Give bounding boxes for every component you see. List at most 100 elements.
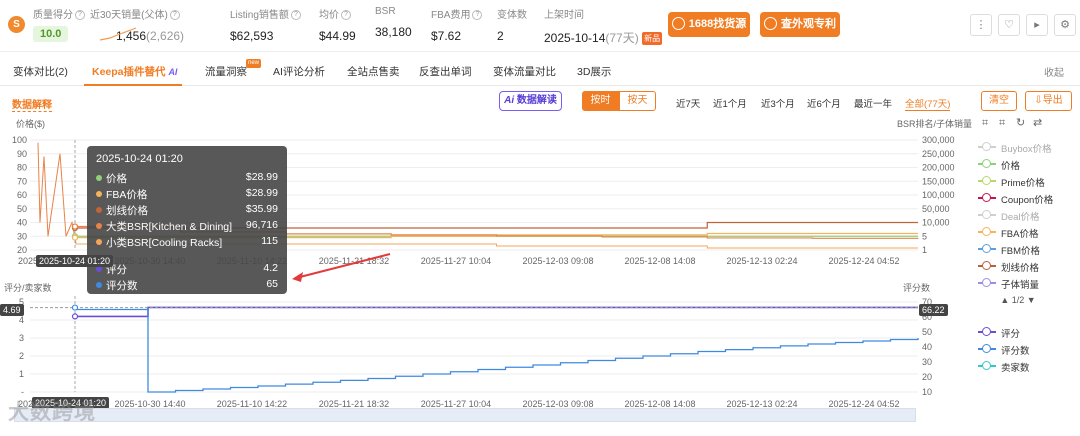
y2-tick-label: 150,000 (922, 176, 955, 186)
y2-axis-title: BSR排名/子体销量 (897, 118, 972, 129)
y2-tick-label: 10,000 (922, 218, 950, 228)
rating-line (75, 306, 918, 318)
metric-label: FBA费用 (431, 10, 471, 21)
metric-variants: 变体数 2 (497, 6, 527, 43)
refresh-icon[interactable]: ↻ (1016, 118, 1027, 129)
crop-icon[interactable]: ⌗ (982, 118, 993, 129)
legend-item-child-sales[interactable]: 子体销量 (978, 276, 1078, 293)
clear-button[interactable]: 清空 (981, 91, 1017, 111)
export-button[interactable]: ⇩导出 (1025, 91, 1072, 111)
timeline-scrollbar[interactable] (14, 408, 916, 422)
range-3m[interactable]: 近3个月 (761, 96, 795, 110)
tooltip-name: 评分数 (106, 280, 138, 292)
metric-avg-price: 均价? $44.99 (319, 6, 356, 43)
series-dot-icon (96, 239, 102, 245)
legend-item-review-count[interactable]: 评分数 (978, 342, 1078, 359)
metric-value: 2 (497, 29, 504, 43)
range-all[interactable]: 全部(77天) (905, 96, 951, 111)
annotation-arrowhead (292, 272, 303, 282)
tab-traffic-insight[interactable]: 流量洞察 (205, 64, 247, 79)
y-pointer-label-left: 4.69 (0, 304, 24, 316)
y-axis-title: 评分/卖家数 (4, 282, 52, 293)
play-icon[interactable]: ▸ (1026, 14, 1048, 36)
ai-interpret-button[interactable]: Ai 数据解读 (499, 91, 562, 111)
swap-icon[interactable]: ⇄ (1033, 118, 1044, 129)
metric-quality-score: 质量得分? 10.0 (33, 6, 85, 42)
x-tick-label: 2025-12-24 04:52 (828, 256, 899, 266)
tooltip-time: 2025-10-24 01:20 (96, 153, 183, 165)
tab-ai-review[interactable]: AI评论分析 (273, 64, 325, 79)
button-label: 数据解读 (516, 95, 557, 106)
legend-item-strike[interactable]: 划线价格 (978, 259, 1078, 276)
help-icon[interactable]: ? (169, 10, 180, 21)
legend-item-fbm[interactable]: FBM价格 (978, 242, 1078, 259)
tab-3d[interactable]: 3D展示 (577, 64, 611, 79)
range-7d[interactable]: 近7天 (676, 96, 700, 110)
legend-marker-icon (978, 210, 996, 220)
x-pointer-label-top: 2025-10-24 01:20 (36, 255, 114, 267)
crosshair-point (71, 223, 79, 230)
metric-value: $62,593 (230, 29, 274, 43)
help-icon[interactable]: ? (290, 10, 301, 21)
tab-keepa[interactable]: Keepa插件替代 AI (92, 64, 177, 79)
link-icon (671, 16, 685, 30)
x-tick-label: 2025-12-03 09:08 (522, 256, 593, 266)
range-1y[interactable]: 最近一年 (854, 96, 892, 110)
legend-item-coupon[interactable]: Coupon价格 (978, 191, 1078, 208)
y2-tick-label: 200,000 (922, 163, 955, 173)
y-tick-label: 60 (17, 190, 27, 200)
tooltip-value: 65 (266, 278, 278, 290)
crop-alt-icon[interactable]: ⌗ (999, 118, 1010, 129)
ai-tag: AI (168, 67, 178, 77)
legend-marker-icon (978, 159, 996, 169)
help-icon[interactable]: ? (75, 10, 85, 21)
legend-marker-icon (978, 344, 996, 354)
y2-tick-label: 40 (922, 342, 932, 352)
y2-tick-label: 50 (922, 327, 932, 337)
by-hour-toggle[interactable]: 按时 (582, 91, 619, 111)
legend-label: 价格 (1001, 161, 1021, 172)
data-explain-link[interactable]: 数据解释 (12, 96, 52, 112)
tab-variant-traffic[interactable]: 变体流量对比 (493, 64, 556, 79)
help-icon[interactable]: ? (341, 10, 351, 21)
tab-variant-compare[interactable]: 变体对比(2) (13, 64, 68, 79)
legend-marker-icon (978, 327, 996, 337)
metric-label: Listing销售额 (230, 10, 289, 21)
legend-item-seller-count[interactable]: 卖家数 (978, 359, 1078, 376)
chart-tool-icons: ⌗ ⌗ ↻ ⇄ (982, 117, 1050, 129)
design-patent-button[interactable]: 查外观专利 (760, 12, 840, 37)
by-day-toggle[interactable]: 按天 (619, 91, 656, 111)
range-6m[interactable]: 近6个月 (807, 96, 841, 110)
tooltip-row: 小类BSR[Cooling Racks] 115 (96, 235, 278, 251)
tooltip-value: 115 (261, 235, 278, 247)
help-icon[interactable]: ? (472, 10, 483, 21)
legend-item-buybox[interactable]: Buybox价格 (978, 140, 1078, 157)
metric-bsr: BSR 38,180 (375, 6, 412, 39)
y2-tick-label: 1 (922, 245, 927, 255)
heart-icon[interactable]: ♡ (998, 14, 1020, 36)
tab-reverse-keywords[interactable]: 反查出单词 (419, 64, 472, 79)
gear-icon[interactable]: ⚙ (1054, 14, 1076, 36)
y-tick-label: 4 (19, 315, 24, 325)
metric-label: 变体数 (497, 10, 527, 21)
tooltip-name: 划线价格 (106, 205, 148, 217)
tooltip-value: $35.99 (245, 203, 278, 215)
price-legend: Buybox价格 价格 Prime价格 Coupon价格 Deal价格 FBA价… (978, 140, 1078, 305)
tab-all-sites[interactable]: 全站点售卖 (347, 64, 400, 79)
tooltip-row: 划线价格 $35.99 (96, 203, 278, 219)
legend-item-prime[interactable]: Prime价格 (978, 174, 1078, 191)
legend-item-fba[interactable]: FBA价格 (978, 225, 1078, 242)
legend-marker-icon (978, 261, 996, 271)
y-axis-title: 价格($) (16, 118, 45, 129)
legend-item-price[interactable]: 价格 (978, 157, 1078, 174)
more-icon[interactable]: ⋮ (970, 14, 992, 36)
collapse-link[interactable]: 收起 (1044, 64, 1064, 79)
find-source-1688-button[interactable]: 1688找货源 (668, 12, 750, 37)
chart-toolbar: 数据解释 Ai 数据解读 按时 按天 近7天 近1个月 近3个月 近6个月 最近… (0, 88, 1080, 114)
legend-item-rating[interactable]: 评分 (978, 325, 1078, 342)
legend-pager[interactable]: ▲ 1/2 ▼ (978, 295, 1058, 305)
range-1m[interactable]: 近1个月 (713, 96, 747, 110)
y-tick-label: 70 (17, 176, 27, 186)
legend-item-deal[interactable]: Deal价格 (978, 208, 1078, 225)
series-dot-icon (96, 223, 102, 229)
